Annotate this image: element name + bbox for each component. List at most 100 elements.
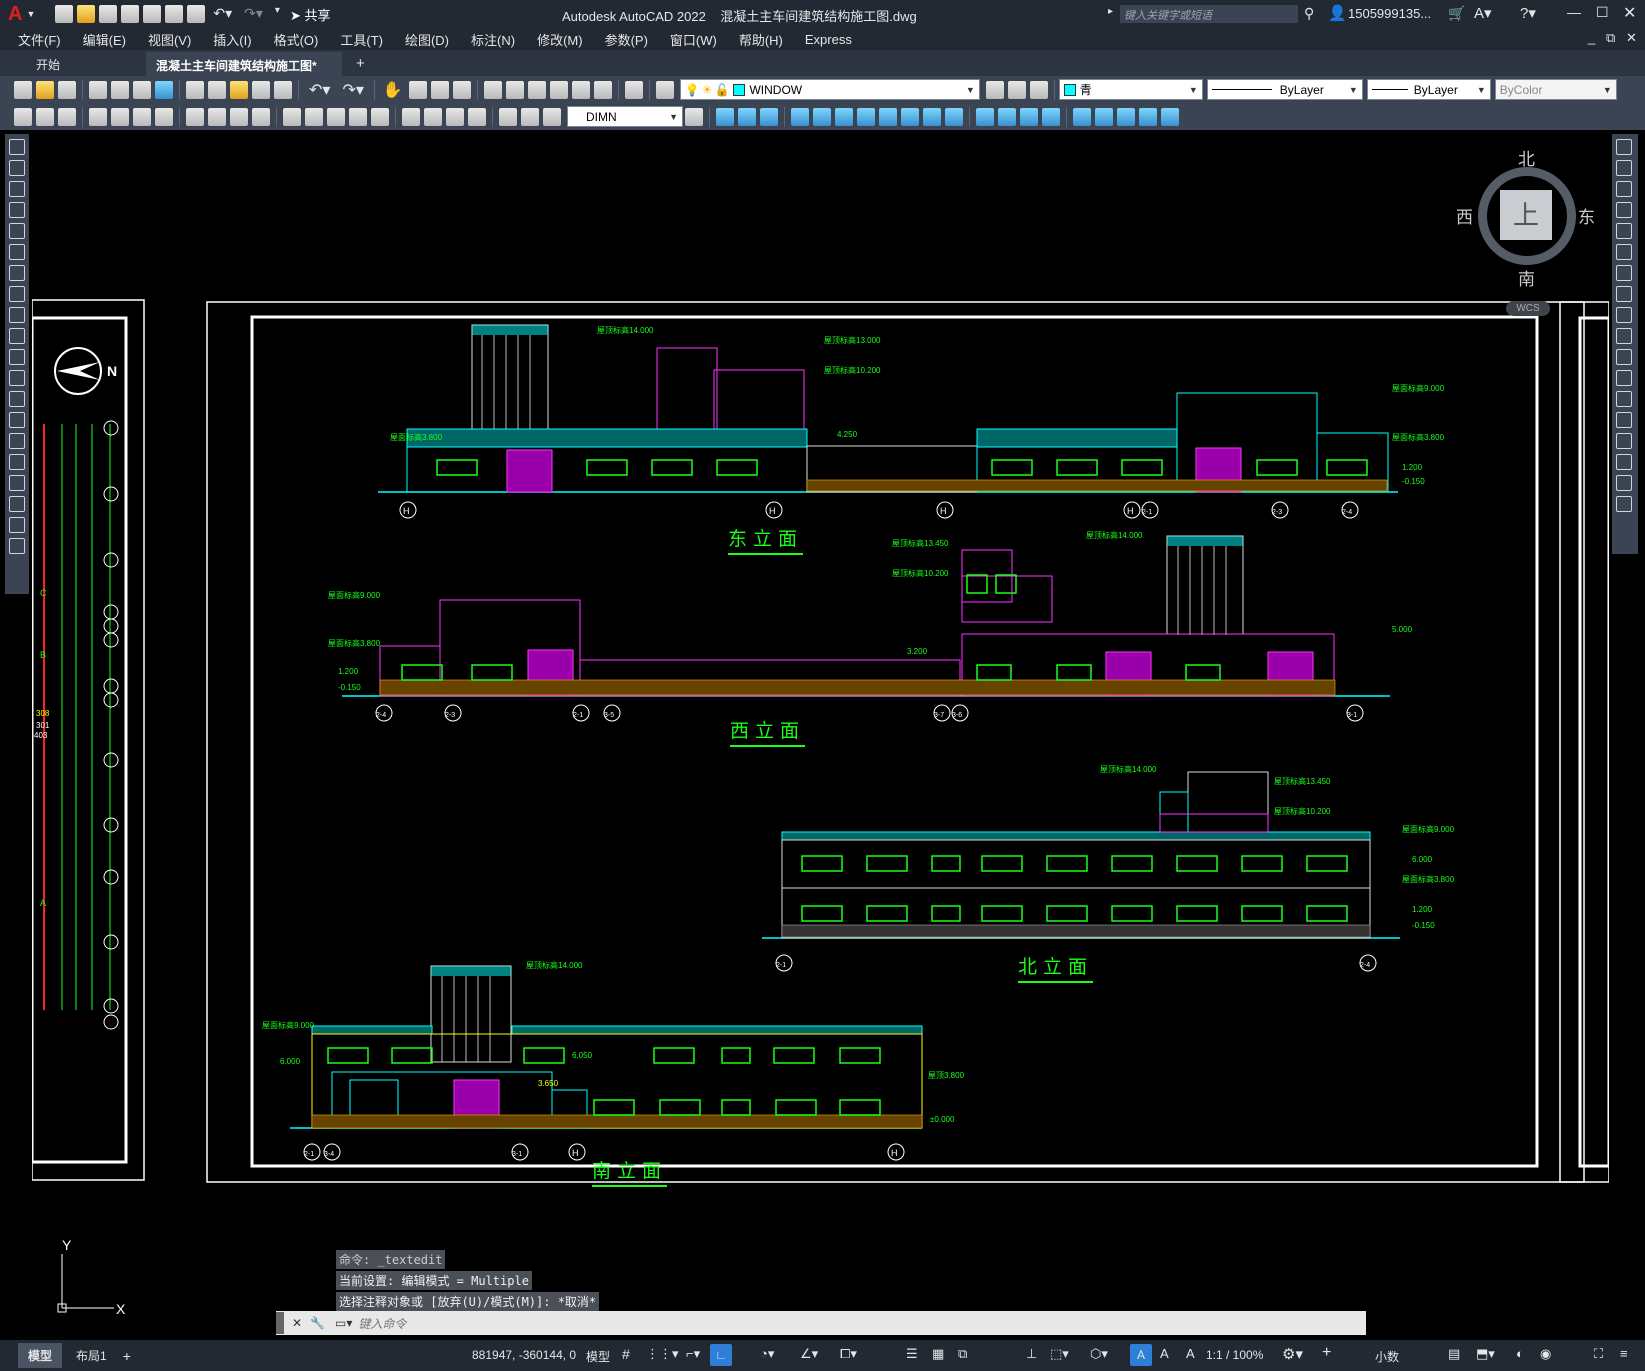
erase-icon[interactable]: [1616, 139, 1632, 155]
viewcube-top-face[interactable]: 上: [1500, 190, 1552, 240]
help-icon[interactable]: ?▾: [1520, 4, 1536, 22]
isometric-drafting-icon[interactable]: ⬡▾: [1090, 1346, 1108, 1362]
design-center-icon[interactable]: [505, 80, 524, 99]
union-icon[interactable]: [716, 107, 734, 126]
delete-faces-icon[interactable]: [857, 107, 875, 126]
dim-space-icon[interactable]: [349, 107, 367, 126]
inspect-icon[interactable]: [446, 107, 464, 126]
clean-screen-icon[interactable]: ⛶: [1594, 1346, 1603, 1362]
search-icon[interactable]: ⚲: [1304, 5, 1314, 22]
annotation-scale-value[interactable]: 1:1 / 100%: [1206, 1348, 1263, 1362]
transparency-icon[interactable]: ▦: [932, 1346, 944, 1362]
jogged-linear-icon[interactable]: [468, 107, 486, 126]
dim-angular-icon[interactable]: [252, 107, 270, 126]
layer-combo[interactable]: 💡 ☀ 🔓 WINDOW ▼: [679, 79, 980, 100]
blend-curves-icon[interactable]: [1616, 475, 1632, 491]
layer-iso-icon[interactable]: [58, 107, 76, 126]
dim-arc-icon[interactable]: [133, 107, 151, 126]
tab-model[interactable]: 模型: [18, 1343, 63, 1368]
dimstyle-manager-icon[interactable]: [685, 107, 703, 126]
help-tool-icon[interactable]: [624, 80, 643, 99]
plot-icon[interactable]: [187, 5, 206, 23]
menu-item-view[interactable]: 视图(V): [148, 30, 191, 49]
cut-icon[interactable]: [186, 80, 204, 99]
viewcube-east[interactable]: 东: [1578, 203, 1595, 228]
properties-icon[interactable]: [483, 80, 502, 99]
region-icon[interactable]: [9, 475, 25, 491]
break-icon[interactable]: [1616, 391, 1632, 407]
calculator-icon[interactable]: [593, 80, 612, 99]
chevron-down-icon[interactable]: ▼: [1477, 85, 1486, 95]
layer-tool-icon[interactable]: [36, 107, 54, 126]
annotation-monitor-icon[interactable]: ⊥: [1026, 1346, 1037, 1362]
markup-icon[interactable]: [571, 80, 590, 99]
pan-icon[interactable]: ✋: [383, 80, 403, 100]
sheet-set-icon[interactable]: [549, 80, 568, 99]
snap-mode-icon[interactable]: ⋮⋮▾: [646, 1346, 679, 1362]
customize-command-icon[interactable]: 🔧: [310, 1316, 325, 1330]
scale-icon[interactable]: [1616, 286, 1632, 302]
dim-baseline-icon[interactable]: [305, 107, 323, 126]
menu-item-modify[interactable]: 修改(M): [537, 30, 583, 49]
3d-dwf-icon[interactable]: [155, 80, 173, 99]
extrude-faces-icon[interactable]: [791, 107, 809, 126]
rectangle-icon[interactable]: [9, 223, 25, 239]
move-icon[interactable]: [1616, 244, 1632, 260]
ellipse-arc-icon[interactable]: [9, 349, 25, 365]
chevron-down-icon[interactable]: ▼: [669, 112, 678, 122]
workspace-icon[interactable]: ⬚▾: [1050, 1346, 1069, 1362]
arc-icon[interactable]: [9, 244, 25, 260]
open-file-icon[interactable]: [36, 80, 54, 99]
offset-icon[interactable]: [1616, 202, 1632, 218]
linetype-combo[interactable]: ByLayer ▼: [1206, 79, 1363, 100]
imprint-icon[interactable]: [976, 107, 994, 126]
shell-icon[interactable]: [1042, 107, 1060, 126]
minimize-icon[interactable]: —: [1567, 4, 1581, 20]
construction-line-icon[interactable]: [9, 160, 25, 176]
ortho-mode-icon[interactable]: ∟: [710, 1344, 732, 1366]
saveas-icon[interactable]: [121, 5, 140, 23]
doc-close-icon[interactable]: ✕: [1626, 30, 1637, 46]
doc-minimize-icon[interactable]: _: [1588, 30, 1595, 45]
cart-icon[interactable]: 🛒: [1448, 5, 1465, 22]
command-input[interactable]: 键入命令: [358, 1315, 406, 1332]
taper-faces-icon[interactable]: [901, 107, 919, 126]
customization-icon[interactable]: ≡: [1620, 1346, 1628, 1361]
chevron-down-icon[interactable]: ▼: [1349, 85, 1358, 95]
revcloud-icon[interactable]: [9, 286, 25, 302]
match-properties-icon[interactable]: [252, 80, 270, 99]
color-faces-icon[interactable]: [945, 107, 963, 126]
redo-tool-icon[interactable]: ↷▾: [342, 80, 363, 100]
doc-restore-icon[interactable]: ⧉: [1606, 30, 1615, 46]
menu-item-tools[interactable]: 工具(T): [340, 30, 383, 49]
autocad-logo-icon[interactable]: A: [8, 3, 22, 26]
lock-ui-icon[interactable]: ⬒▾: [1476, 1346, 1495, 1362]
mirror-icon[interactable]: [1616, 181, 1632, 197]
gear-icon[interactable]: ⚙▾: [1282, 1345, 1303, 1363]
undo-icon[interactable]: ↶▾: [213, 5, 232, 23]
check-icon[interactable]: [1073, 107, 1091, 126]
qdim-icon[interactable]: [283, 107, 301, 126]
infer-constraints-icon[interactable]: ⌐▾: [686, 1346, 700, 1362]
close-command-icon[interactable]: ✕: [292, 1316, 302, 1330]
object-snap-icon[interactable]: ⧠▾: [840, 1346, 857, 1362]
dim-update-icon[interactable]: [543, 107, 561, 126]
make-block-icon[interactable]: [9, 391, 25, 407]
annotation-scale-icon[interactable]: A: [1186, 1346, 1195, 1361]
command-line-grip[interactable]: [276, 1312, 284, 1334]
fillet-icon[interactable]: [1616, 454, 1632, 470]
chevron-down-icon[interactable]: ▼: [1189, 85, 1198, 95]
zoom-window-icon[interactable]: [430, 80, 449, 99]
auto-scale-icon[interactable]: A: [1160, 1346, 1169, 1361]
menu-item-dimension[interactable]: 标注(N): [471, 30, 515, 49]
dim-diameter-icon[interactable]: [230, 107, 248, 126]
section-icon[interactable]: [1139, 107, 1157, 126]
zoom-realtime-icon[interactable]: [408, 80, 427, 99]
layer-states-icon[interactable]: [1029, 80, 1048, 99]
dim-linear-icon[interactable]: [89, 107, 107, 126]
grid-icon[interactable]: #: [622, 1346, 630, 1362]
object-snap-tracking-icon[interactable]: ∠▾: [800, 1346, 818, 1362]
search-chevron-icon[interactable]: ▸: [1108, 6, 1113, 17]
add-selected-icon[interactable]: [9, 538, 25, 554]
user-name[interactable]: 1505999135...: [1348, 6, 1431, 21]
